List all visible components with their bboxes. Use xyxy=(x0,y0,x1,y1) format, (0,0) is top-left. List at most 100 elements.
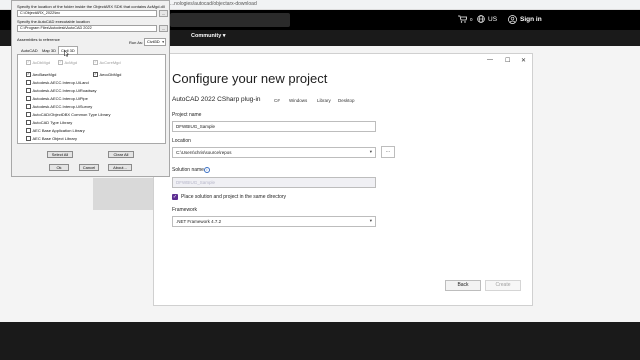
ref-aeccdbmgd[interactable]: ✓ AeccDbMgd xyxy=(93,72,121,77)
sdk-path-input[interactable]: C:\ObjectARX_2022\inc xyxy=(17,10,157,17)
tag-language: C# xyxy=(274,98,280,103)
ref-acdbmgd[interactable]: ✓ AcDbMgd xyxy=(26,60,50,65)
ref-label: AutoCAD Type Library xyxy=(32,120,73,125)
exe-path-input[interactable]: C:\Program Files\Autodesk\AutoCAD 2022 xyxy=(17,25,157,32)
checkbox[interactable] xyxy=(26,112,31,117)
list-item[interactable]: Autodesk.AECC.Interop.UiSurvey xyxy=(26,104,92,109)
ref-label: AcCoreMgd xyxy=(99,60,121,65)
ref-label: AEC Base Application Library xyxy=(32,128,85,133)
sdk-browse-button[interactable]: ... xyxy=(159,10,168,17)
solution-name-label: Solution name xyxy=(172,167,204,173)
checkbox[interactable]: ✓ xyxy=(26,60,31,65)
list-item[interactable]: AutoCAD Type Library xyxy=(26,120,72,125)
create-button[interactable]: Create xyxy=(485,280,521,291)
minimize-icon[interactable]: — xyxy=(487,57,493,63)
checkbox[interactable]: ✓ xyxy=(26,72,31,77)
ref-accoremgd[interactable]: ✓ AcCoreMgd xyxy=(93,60,121,65)
about-button[interactable]: About... xyxy=(108,164,132,171)
back-button[interactable]: Back xyxy=(445,280,481,291)
page-image-placeholder xyxy=(93,178,155,210)
checkbox[interactable]: ✓ xyxy=(58,60,63,65)
list-item[interactable]: Autodesk.AECC.Interop.UiLand xyxy=(26,80,89,85)
run-as-select[interactable]: Civil3D ▾ xyxy=(144,38,166,46)
checkbox[interactable] xyxy=(26,96,31,101)
chevron-down-icon: ▾ xyxy=(162,40,164,44)
ref-label: Autodesk.AECC.Interop.UiSurvey xyxy=(32,104,93,109)
framework-select[interactable]: .NET Framework 4.7.2 ▾ xyxy=(172,216,376,227)
solution-name-input: DFWBIUG_Sample xyxy=(172,177,376,188)
globe-icon xyxy=(477,15,485,23)
location-combobox[interactable]: C:\Users\chris\source\repos ▾ xyxy=(172,147,376,158)
mouse-cursor-icon xyxy=(64,50,69,57)
list-item[interactable]: Autodesk.AECC.Interop.UiRoadway xyxy=(26,88,97,93)
signin-button[interactable]: Sign in xyxy=(508,15,542,24)
cart-icon xyxy=(458,15,467,23)
project-name-label: Project name xyxy=(172,112,202,118)
location-label: Location xyxy=(172,138,191,144)
ok-button[interactable]: Ok xyxy=(49,164,69,171)
maximize-icon[interactable]: ☐ xyxy=(505,57,510,64)
same-directory-checkbox[interactable]: ✓ xyxy=(172,194,178,200)
browse-location-button[interactable]: ... xyxy=(381,146,395,158)
ref-acmgd[interactable]: ✓ AcMgd xyxy=(58,60,77,65)
ref-label: Autodesk.AECC.Interop.UiPipe xyxy=(32,96,88,101)
cancel-button[interactable]: Cancel xyxy=(79,164,99,171)
framework-label: Framework xyxy=(172,207,198,213)
project-name-input[interactable]: DFWBIUG_Sample xyxy=(172,121,376,132)
run-as-label: Run As: xyxy=(129,40,144,45)
checkbox[interactable] xyxy=(26,80,31,85)
sdk-path-prompt: Specify the location of the folder insid… xyxy=(17,4,165,9)
cart-count: 0 xyxy=(470,16,473,22)
list-item[interactable]: Autodesk.AECC.Interop.UiPipe xyxy=(26,96,88,101)
ref-label: Autodesk.AECC.Interop.UiRoadway xyxy=(32,88,97,93)
arx-wizard-dialog: Specify the location of the folder insid… xyxy=(11,0,170,177)
run-as-value: Civil3D xyxy=(147,39,160,44)
tag-category: Desktop xyxy=(338,98,355,103)
assemblies-label: Assemblies to reference xyxy=(17,37,60,42)
ref-label: AcMgd xyxy=(64,60,77,65)
tag-type: Library xyxy=(317,98,331,103)
framework-value: .NET Framework 4.7.2 xyxy=(176,219,222,224)
user-icon xyxy=(508,15,517,24)
chevron-down-icon: ▾ xyxy=(369,149,372,154)
ref-label: AutoCAD/ObjectDBX Common Type Library xyxy=(32,112,111,117)
checkbox[interactable]: ✓ xyxy=(93,60,98,65)
list-item[interactable]: AEC Base Object Library xyxy=(26,136,77,141)
ref-label: AeccDbMgd xyxy=(99,72,122,77)
chevron-down-icon: ▾ xyxy=(369,218,372,223)
url-text[interactable]: ...nologies/autocad/objectarx-download xyxy=(170,0,257,9)
site-search-input[interactable] xyxy=(170,13,290,27)
signin-label: Sign in xyxy=(520,16,542,23)
cart-button[interactable]: 0 xyxy=(458,15,473,23)
checkbox[interactable]: ✓ xyxy=(93,72,98,77)
same-directory-label: Place solution and project in the same d… xyxy=(181,194,287,200)
ref-label: AecBaseMgd xyxy=(32,72,57,77)
info-icon[interactable]: i xyxy=(204,167,210,173)
ref-label: AEC Base Object Library xyxy=(32,136,77,141)
region-label: US xyxy=(488,15,498,23)
region-button[interactable]: US xyxy=(477,15,497,23)
clear-all-button[interactable]: Clear All xyxy=(108,151,134,158)
references-panel: ✓ AcDbMgd ✓ AcMgd ✓ AcCoreMgd ✓ AecBaseMgd ✓… xyxy=(17,54,166,144)
ref-label: Autodesk.AECC.Interop.UiLand xyxy=(32,80,89,85)
exe-path-prompt: Specify the AutoCAD executable location xyxy=(17,19,90,24)
list-item[interactable]: AutoCAD/ObjectDBX Common Type Library xyxy=(26,112,110,117)
select-all-button[interactable]: Select All xyxy=(47,151,73,158)
ref-label: AcDbMgd xyxy=(32,60,51,65)
checkbox[interactable] xyxy=(26,136,31,141)
configure-project-window: — ☐ ✕ Configure your new project AutoCAD… xyxy=(153,53,533,306)
location-value: C:\Users\chris\source\repos xyxy=(176,150,232,155)
checkbox[interactable] xyxy=(26,104,31,109)
page-footer xyxy=(0,322,640,360)
checkbox[interactable] xyxy=(26,128,31,133)
nav-community[interactable]: Community ▾ xyxy=(191,33,226,39)
tag-platform: Windows xyxy=(289,98,308,103)
ref-aecbasemgd[interactable]: ✓ AecBaseMgd xyxy=(26,72,56,77)
close-icon[interactable]: ✕ xyxy=(521,57,526,64)
checkbox[interactable] xyxy=(26,120,31,125)
exe-browse-button[interactable]: ... xyxy=(159,25,168,32)
list-item[interactable]: AEC Base Application Library xyxy=(26,128,85,133)
template-name: AutoCAD 2022 CSharp plug-in xyxy=(172,96,261,103)
page-title: Configure your new project xyxy=(172,71,328,86)
checkbox[interactable] xyxy=(26,88,31,93)
